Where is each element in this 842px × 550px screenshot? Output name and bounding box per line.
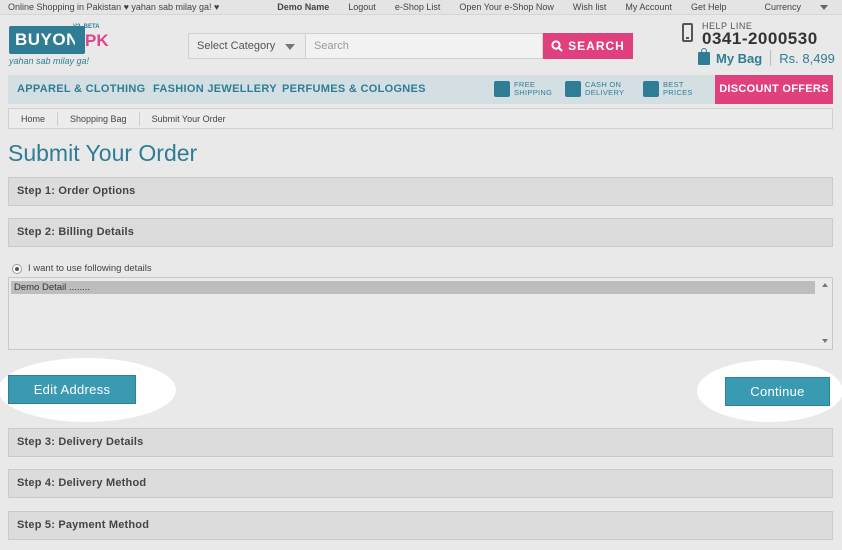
user-name-link[interactable]: Demo Name [277,2,329,12]
truck-icon [494,81,510,97]
search-icon [551,40,563,52]
breadcrumb-shopping-bag[interactable]: Shopping Bag [58,111,140,126]
feature-line: SHIPPING [514,88,553,97]
logo-arrow-shape [75,26,84,54]
top-utility-bar: Online Shopping in Pakistan ♥ yahan sab … [0,0,842,15]
logo-brand: BUYON [9,26,85,54]
chevron-down-icon [820,5,828,11]
logo-slogan: yahan sab milay ga! [9,56,90,66]
cash-icon [565,81,581,97]
nav-perfumes-colognes[interactable]: PERFUMES & COLOGNES [282,83,426,95]
my-account-link[interactable]: My Account [625,2,672,12]
address-option[interactable]: Demo Detail ........ [11,281,815,294]
phone-icon [682,23,693,42]
get-help-link[interactable]: Get Help [691,2,727,12]
helpline-number: 0341-2000530 [702,29,818,48]
my-bag-label: My Bag [716,50,763,66]
chevron-down-icon [285,44,295,50]
search-button-label: SEARCH [568,39,625,53]
main-nav: APPAREL & CLOTHING FASHION JEWELLERY PER… [8,75,833,104]
search-button[interactable]: SEARCH [543,33,633,59]
nav-fashion-jewellery[interactable]: FASHION JEWELLERY [153,83,277,95]
step-billing-details[interactable]: Step 2: Billing Details [8,218,833,247]
site-tagline: Online Shopping in Pakistan ♥ yahan sab … [8,2,220,12]
page-title: Submit Your Order [8,140,198,166]
cash-on-delivery-badge: CASH ON DELIVERY [565,81,624,97]
scroll-down-icon[interactable] [822,339,828,343]
radio-label: I want to use following details [28,263,152,274]
breadcrumb-home[interactable]: Home [9,111,59,126]
divider [770,50,772,66]
search-bar: Select Category Search SEARCH [188,33,633,59]
continue-button[interactable]: Continue [725,377,830,406]
feature-line: DELIVERY [585,88,625,97]
step-delivery-details[interactable]: Step 3: Delivery Details [8,428,833,457]
scroll-up-icon[interactable] [822,283,828,287]
wish-list-link[interactable]: Wish list [573,2,607,12]
open-eshop-link[interactable]: Open Your e-Shop Now [459,2,554,12]
free-shipping-badge: FREE SHIPPING [494,81,552,97]
search-input[interactable]: Search [306,33,543,59]
discount-offers-button[interactable]: DISCOUNT OFFERS [715,75,833,104]
category-select-value: Select Category [197,40,276,52]
step-payment-method[interactable]: Step 5: Payment Method [8,511,833,540]
billing-address-list[interactable]: Demo Detail ........ [8,277,833,350]
account-links: Demo Name Logout e-Shop List Open Your e… [277,2,828,12]
helpline: HELP LINE 0341-2000530 [682,20,832,50]
bag-total: Rs. 8,499 [779,50,835,66]
breadcrumb: Home Shopping Bag Submit Your Order [8,108,833,129]
edit-address-button[interactable]: Edit Address [8,375,136,404]
eshop-list-link[interactable]: e-Shop List [395,2,441,12]
use-following-details-option[interactable]: I want to use following details [12,263,152,274]
shopping-bag-icon [698,47,710,65]
nav-apparel-clothing[interactable]: APPAREL & CLOTHING [17,83,145,95]
my-bag[interactable]: My Bag Rs. 8,499 [698,47,835,66]
category-select[interactable]: Select Category [188,33,306,59]
radio-button[interactable] [12,263,22,274]
best-prices-badge: BEST PRICES [643,81,693,97]
step-order-options[interactable]: Step 1: Order Options [8,177,833,206]
currency-label: Currency [764,2,801,12]
logout-link[interactable]: Logout [348,2,376,12]
logo-suffix: PK [85,31,109,50]
currency-dropdown[interactable]: Currency [745,2,828,12]
price-tag-icon [643,81,659,97]
feature-line: PRICES [663,88,693,97]
logo-beta-tag: V2. BETA [73,24,100,30]
step-delivery-method[interactable]: Step 4: Delivery Method [8,469,833,498]
site-logo[interactable]: BUYON V2. BETA PK yahan sab milay ga! [9,24,109,68]
breadcrumb-current: Submit Your Order [151,113,226,124]
